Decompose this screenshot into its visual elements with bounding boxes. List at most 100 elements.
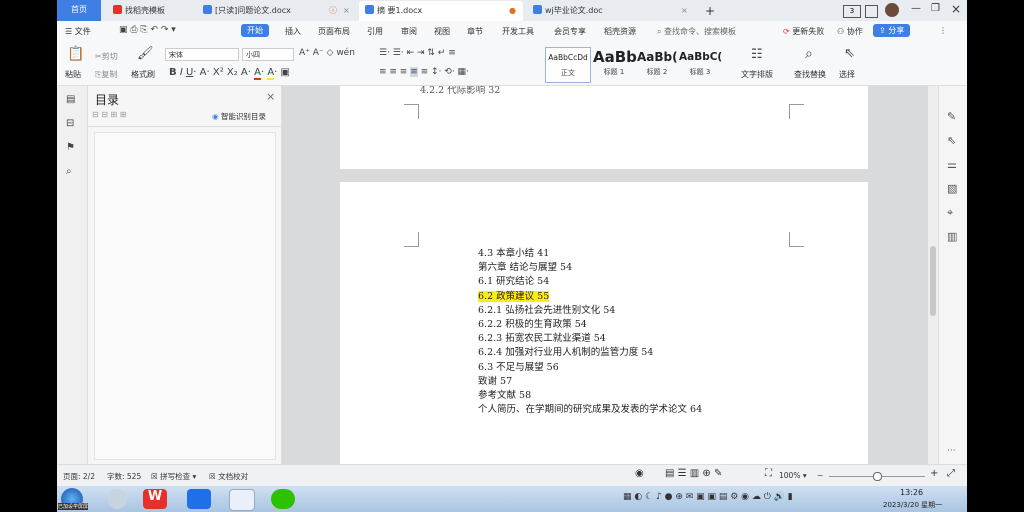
font-family-select[interactable]: 宋体 bbox=[165, 48, 239, 61]
word-count[interactable]: 字数: 525 bbox=[107, 471, 141, 482]
document-area[interactable]: 4.2.2 代际影响 32 4.3 本章小结 41 第六章 结论与展望 54 6.1… bbox=[282, 86, 928, 464]
tab-active-doc[interactable]: 摘 要1.docx ● bbox=[359, 1, 523, 21]
page-1[interactable]: 4.2.2 代际影响 32 bbox=[340, 86, 868, 169]
avatar[interactable] bbox=[885, 3, 899, 17]
close-tab-icon[interactable]: × bbox=[343, 1, 350, 21]
close-window-icon[interactable]: × bbox=[951, 2, 961, 16]
list-icons[interactable]: ☰· ☰· ⇤ ⇥ ⇅ ↵ ≡ bbox=[379, 48, 456, 58]
toc-text: 6.1 研究结论 54 bbox=[478, 276, 550, 288]
update-status[interactable]: ⟳ 更新失败 bbox=[783, 26, 824, 37]
page-indicator[interactable]: 页面: 2/2 bbox=[63, 471, 95, 482]
text-layout-button[interactable]: 文字排版 bbox=[741, 69, 773, 80]
clock-time[interactable]: 13:26 bbox=[900, 488, 923, 497]
menu-review[interactable]: 审阅 bbox=[401, 26, 417, 37]
copy-button[interactable]: ⎘复制 bbox=[95, 69, 117, 80]
style-normal[interactable]: AaBbCcDd 正文 bbox=[545, 47, 591, 83]
zoom-slider-thumb[interactable] bbox=[873, 472, 882, 481]
view-mode-icons[interactable]: ▤ ☰ ▥ ⊕ ✎ bbox=[665, 468, 722, 479]
paste-button[interactable]: 粘贴 bbox=[65, 69, 81, 80]
more-icon[interactable]: ··· bbox=[947, 446, 956, 456]
pen-icon[interactable]: ✎ bbox=[947, 110, 956, 123]
tab-thesis-doc[interactable]: wj毕业论文.doc × bbox=[527, 1, 697, 21]
zoom-in-button[interactable]: + bbox=[930, 468, 938, 479]
crop-mark bbox=[404, 104, 419, 119]
book-icon[interactable]: ▥ bbox=[947, 230, 957, 243]
style-heading-3[interactable]: AaBbC( 标题 3 bbox=[679, 47, 722, 81]
scrollbar-thumb[interactable] bbox=[930, 246, 936, 316]
search-icon[interactable]: ⌕ bbox=[66, 166, 72, 177]
zoom-level[interactable]: 100% ▾ bbox=[779, 471, 807, 480]
toc-entry: 6.2.4 加强对行业用人机制的监管力度 54 bbox=[478, 344, 653, 358]
sliders-icon[interactable]: ⚌ bbox=[947, 158, 957, 171]
search-icon[interactable]: ⌕ bbox=[805, 46, 813, 62]
toc-level-icons[interactable]: ⊟ ⊟ ⊞ ⊞ bbox=[92, 110, 126, 119]
tab-docer-templates[interactable]: 找稻壳模板 bbox=[107, 1, 195, 21]
menu-page-layout[interactable]: 页面布局 bbox=[318, 26, 350, 37]
spell-check[interactable]: ☒ 拼写检查 ▾ bbox=[151, 471, 196, 482]
smart-toc-button[interactable]: ◉ 智能识别目录 bbox=[212, 111, 266, 122]
find-replace-button[interactable]: 查找替换 bbox=[794, 69, 826, 80]
tencent-meeting-icon[interactable] bbox=[187, 489, 211, 509]
new-tab-button[interactable]: + bbox=[701, 1, 721, 21]
ribbon-toolbar: 📋 粘贴 ✂剪切 ⎘复制 🖌 格式刷 宋体 小四 A⁺ A⁻ ◇ wén B I… bbox=[57, 43, 967, 86]
wechat-icon[interactable] bbox=[271, 489, 295, 509]
format-painter-icon[interactable]: 🖌 bbox=[137, 46, 154, 61]
cursor-icon[interactable]: ⇖ bbox=[844, 46, 855, 61]
font-size-controls[interactable]: A⁺ A⁻ ◇ wén bbox=[299, 48, 355, 58]
collab-button[interactable]: ⚇ 协作 bbox=[837, 26, 863, 37]
toc-text: 6.2.1 弘扬社会先进性别文化 54 bbox=[478, 304, 616, 316]
close-icon[interactable]: × bbox=[266, 90, 275, 103]
file-menu[interactable]: ☰ 文件 bbox=[65, 26, 91, 37]
menu-reference[interactable]: 引用 bbox=[367, 26, 383, 37]
doc-proofread[interactable]: ☒ 文档校对 bbox=[209, 471, 248, 482]
baidu-netdisk-icon[interactable] bbox=[229, 489, 255, 511]
bookmark-icon[interactable]: ⚑ bbox=[66, 142, 75, 153]
font-size-select[interactable]: 小四 bbox=[242, 48, 294, 61]
fullscreen-icon[interactable]: ⤢ bbox=[947, 468, 955, 479]
menu-dev-tools[interactable]: 开发工具 bbox=[502, 26, 534, 37]
pointer-icon[interactable]: ⇖ bbox=[947, 134, 956, 147]
menu-view[interactable]: 视图 bbox=[434, 26, 450, 37]
cut-button[interactable]: ✂剪切 bbox=[95, 51, 118, 62]
minimize-icon[interactable]: — bbox=[911, 3, 921, 14]
fit-icon[interactable]: ⛶ bbox=[765, 468, 772, 479]
image-icon[interactable]: ▧ bbox=[947, 182, 957, 195]
close-tab-icon[interactable]: × bbox=[681, 1, 688, 21]
location-icon[interactable]: ⌖ bbox=[947, 206, 953, 220]
align-icons[interactable]: ≡ ≡ ≡ ≡ ≡ ↕· ⟲· ▦· bbox=[379, 67, 469, 77]
text-layout-icon[interactable]: ☷ bbox=[751, 47, 763, 62]
select-button[interactable]: 选择 bbox=[839, 69, 855, 80]
menu-member[interactable]: 会员专享 bbox=[554, 26, 586, 37]
page-2[interactable]: 4.3 本章小结 41 第六章 结论与展望 54 6.1 研究结论 54 6.2 政策… bbox=[340, 182, 868, 464]
toc-text: 6.2.4 加强对行业用人机制的监管力度 54 bbox=[478, 347, 654, 359]
ie-icon[interactable] bbox=[107, 489, 127, 509]
wps-icon[interactable]: W bbox=[143, 489, 167, 509]
window-count-badge[interactable]: 3 bbox=[843, 5, 861, 18]
restore-icon[interactable]: ❐ bbox=[931, 3, 940, 14]
eye-icon[interactable]: ◉ bbox=[635, 468, 644, 479]
format-painter-button[interactable]: 格式刷 bbox=[131, 69, 155, 80]
paste-icon[interactable]: 📋 bbox=[67, 46, 84, 62]
font-format-icons[interactable]: B I U· A· X² X₂ A· A· A· ▣ bbox=[169, 67, 290, 80]
style-heading-2[interactable]: AaBb( 标题 2 bbox=[637, 47, 678, 81]
system-tray-icons[interactable]: ▦ ◐ ☾ ♪ ● ⊕ ✉ ▣ ▣ ▤ ⚙ ◉ ☁ ⏻ 🔊 ▮ bbox=[623, 492, 793, 502]
tab-readonly-doc[interactable]: [只读]问题论文.docx ⓘ × bbox=[197, 1, 355, 21]
style-heading-1[interactable]: AaBb 标题 1 bbox=[593, 47, 637, 81]
vertical-scrollbar[interactable] bbox=[928, 86, 938, 464]
menu-chapter[interactable]: 章节 bbox=[467, 26, 483, 37]
clock-date[interactable]: 2023/3/20 星期一 bbox=[883, 500, 942, 510]
menu-start[interactable]: 开始 bbox=[241, 24, 269, 37]
toc-list[interactable] bbox=[94, 132, 276, 460]
zoom-out-button[interactable]: − bbox=[817, 471, 823, 480]
menu-docer-resources[interactable]: 稻壳资源 bbox=[604, 26, 636, 37]
command-search[interactable]: ⌕ 查找命令、搜索模板 bbox=[657, 26, 736, 37]
share-button[interactable]: ⇪ 分享 bbox=[873, 24, 911, 37]
quick-access-icons[interactable]: ▣ ⎙ ⎘ ↶ ↷ ▾ bbox=[119, 25, 176, 35]
toc-panel-icon[interactable]: ▤ bbox=[66, 94, 75, 105]
nav-panel-icon[interactable]: ⊟ bbox=[66, 118, 74, 129]
tab-home[interactable]: 首页 bbox=[57, 0, 101, 21]
layout-icon[interactable] bbox=[865, 5, 878, 18]
more-icon[interactable]: ⋮ bbox=[939, 26, 947, 35]
menu-insert[interactable]: 插入 bbox=[285, 26, 301, 37]
highlighted-toc-text: 6.2 政策建议 55 bbox=[478, 290, 550, 302]
